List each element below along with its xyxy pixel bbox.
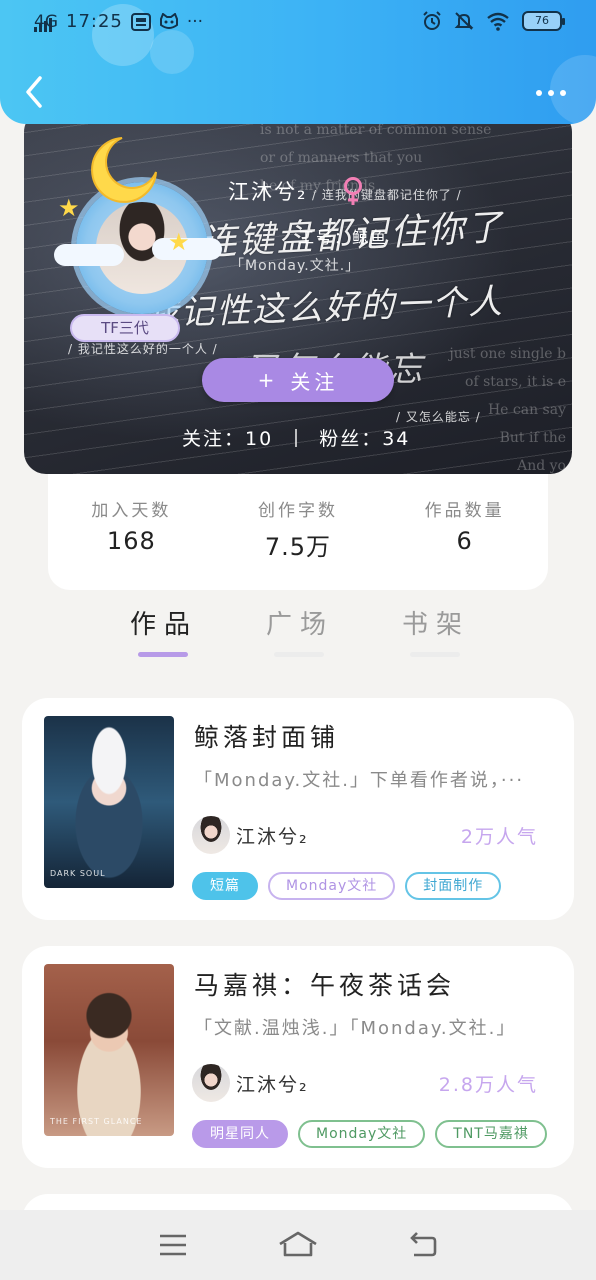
- tag-chip[interactable]: TNT马嘉祺: [435, 1120, 547, 1148]
- work-author[interactable]: 江沐兮₂: [192, 1064, 309, 1102]
- book-background-text: just one single b of stars, it is e He c…: [449, 346, 566, 474]
- level-badge: TF三代: [70, 314, 180, 342]
- following-stat[interactable]: 关注：10: [182, 424, 273, 451]
- tab-works[interactable]: 作品: [96, 600, 232, 664]
- signature-small-text: / 连我的键盘都记住你了 /: [312, 188, 462, 202]
- tag-chip[interactable]: Monday文社: [298, 1120, 426, 1148]
- tab-underline: [410, 652, 460, 657]
- stats-card: 加入天数 168 创作字数 7.5万 作品数量 6: [48, 474, 548, 590]
- tab-bookshelf[interactable]: 书架: [368, 600, 504, 664]
- fans-label: 粉丝：: [319, 428, 383, 450]
- avatar: [192, 816, 230, 854]
- divider: [295, 428, 298, 447]
- home-icon: [279, 1231, 317, 1257]
- tab-square[interactable]: 广场: [232, 600, 368, 664]
- stat-label: 加入天数: [91, 501, 172, 521]
- plus-icon: +: [257, 368, 279, 392]
- work-cover-image[interactable]: THE FIRST GLANCE: [44, 964, 174, 1136]
- fans-count: 34: [382, 428, 411, 450]
- work-description: 「文献.温烛浅.」「Monday.文社.」: [194, 1018, 517, 1039]
- author-name: 江沐兮₂: [236, 825, 309, 848]
- profile-banner: is not a matter of common sense or of ma…: [24, 110, 572, 474]
- battery-icon: 76: [522, 11, 565, 31]
- status-more-dots: ···: [186, 11, 204, 32]
- work-card[interactable]: DARK SOUL 鲸落封面铺 「Monday.文社.」下单看作者说，··· 江…: [22, 698, 574, 920]
- female-gender-icon: [344, 177, 362, 205]
- menu-icon: [159, 1234, 186, 1256]
- alarm-icon: [422, 11, 442, 31]
- author-name: 江沐兮₂: [236, 1073, 309, 1096]
- back-button[interactable]: [20, 74, 50, 110]
- following-label: 关注：: [182, 428, 246, 450]
- tag-chip[interactable]: 封面制作: [405, 872, 502, 900]
- mute-bell-icon: [454, 11, 474, 31]
- signal-icon: 4G: [34, 12, 58, 32]
- dot-icon: [536, 90, 542, 96]
- back-nav-button[interactable]: [403, 1225, 443, 1265]
- work-cover-image[interactable]: DARK SOUL: [44, 716, 174, 888]
- work-description: 「Monday.文社.」下单看作者说，···: [194, 770, 525, 791]
- tab-underline: [274, 652, 324, 657]
- dot-icon: [548, 90, 554, 96]
- avatar: [192, 1064, 230, 1102]
- top-header: 4G 17:25 ··· 76: [0, 0, 596, 124]
- stat-value: 168: [106, 527, 156, 555]
- signature-small-text: / 又怎么能忘 /: [396, 410, 481, 424]
- stat-label: 作品数量: [424, 501, 505, 521]
- star-icon: ★: [58, 194, 80, 222]
- popularity-count: 2.8万人气: [438, 1074, 538, 1096]
- status-bar: 4G 17:25 ··· 76: [0, 0, 596, 44]
- popularity-count: 2万人气: [460, 826, 538, 848]
- return-icon: [410, 1232, 437, 1257]
- work-tags: 短篇 Monday文社 封面制作: [192, 872, 502, 900]
- work-title: 马嘉祺：午夜茶话会: [194, 971, 456, 1000]
- follow-button[interactable]: + 关注: [202, 358, 394, 402]
- stat-word-count: 创作字数 7.5万: [228, 496, 368, 590]
- stat-value: 7.5万: [264, 533, 332, 561]
- stat-join-days: 加入天数 168: [61, 496, 201, 590]
- stat-label: 创作字数: [257, 501, 338, 521]
- following-count: 10: [245, 428, 274, 450]
- system-nav-bar: [0, 1210, 596, 1280]
- more-options-button[interactable]: [536, 84, 570, 102]
- star-icon: ★: [168, 228, 190, 256]
- job-id: 工号：鲸鱼: [298, 228, 389, 247]
- tab-label: 作品: [129, 610, 198, 640]
- work-card[interactable]: THE FIRST GLANCE 马嘉祺：午夜茶话会 「文献.温烛浅.」「Mon…: [22, 946, 574, 1168]
- moon-icon: [91, 137, 157, 203]
- stat-works-count: 作品数量 6: [395, 496, 535, 590]
- cloud-decor: [54, 244, 124, 266]
- user-name: 江沐兮₂: [228, 180, 308, 204]
- home-button[interactable]: [278, 1225, 318, 1265]
- follow-label: 关注: [290, 369, 339, 394]
- signature-small-text: / 我记性这么好的一个人 /: [68, 342, 218, 356]
- menu-button[interactable]: [153, 1225, 193, 1265]
- work-tags: 明星同人 Monday文社 TNT马嘉祺: [192, 1120, 547, 1148]
- cover-caption: DARK SOUL: [50, 869, 106, 878]
- cat-app-icon: [159, 12, 179, 31]
- work-author[interactable]: 江沐兮₂: [192, 816, 309, 854]
- tab-label: 广场: [265, 610, 334, 640]
- chevron-left-icon: [26, 76, 42, 108]
- tab-label: 书架: [401, 610, 470, 640]
- org-tag: 「Monday.文社.」: [230, 258, 361, 274]
- dot-icon: [560, 90, 566, 96]
- tag-chip[interactable]: Monday文社: [268, 872, 396, 900]
- follow-stats: 关注：10 粉丝：34: [182, 424, 410, 451]
- tab-underline: [138, 652, 188, 657]
- tag-chip[interactable]: 明星同人: [192, 1120, 288, 1148]
- work-title: 鲸落封面铺: [194, 723, 340, 752]
- status-time: 17:25: [66, 11, 123, 32]
- profile-tabs: 作品 广场 书架: [96, 600, 516, 664]
- wifi-icon: [486, 11, 510, 31]
- stat-value: 6: [456, 527, 473, 555]
- fans-stat[interactable]: 粉丝：34: [319, 424, 410, 451]
- cover-caption: THE FIRST GLANCE: [50, 1117, 143, 1126]
- sim-card-icon: [130, 12, 151, 31]
- tag-chip[interactable]: 短篇: [192, 872, 258, 900]
